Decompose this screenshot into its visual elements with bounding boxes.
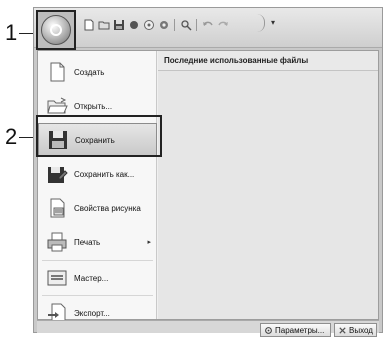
record-icon[interactable] [127, 19, 140, 32]
options-button-label: Параметры... [275, 325, 325, 335]
toolbar-separator [196, 19, 197, 31]
open-folder-icon [46, 95, 68, 117]
menu-item-label: Свойства рисунка [74, 203, 141, 213]
zoom-icon[interactable] [157, 19, 170, 32]
callout-1-label: 1 [5, 20, 18, 45]
menu-item-print[interactable]: Печать ▸ [38, 225, 157, 259]
customize-toolbar-dropdown[interactable]: ▾ [271, 18, 275, 27]
wizard-icon [46, 267, 68, 289]
application-menu-footer: Параметры... Выход [37, 320, 379, 337]
application-menu-button[interactable] [41, 15, 71, 45]
menu-item-save-as[interactable]: Сохранить как... [38, 157, 157, 191]
options-button[interactable]: Параметры... [260, 323, 331, 337]
menu-item-wizard[interactable]: Мастер... [38, 261, 157, 295]
save-icon[interactable] [112, 19, 125, 32]
title-bar: ▾ [34, 8, 382, 50]
menu-item-new[interactable]: Создать [38, 55, 157, 89]
undo-icon[interactable] [201, 19, 214, 32]
recent-files-pane: Последние использованные файлы [158, 51, 378, 319]
close-icon [339, 326, 346, 334]
menu-item-label: Экспорт... [74, 308, 110, 318]
save-highlight-frame [36, 115, 162, 157]
application-menu: Создать Открыть... Сохранить Сохранить к… [37, 50, 379, 323]
quick-access-toolbar [82, 16, 229, 34]
app-button-highlight [36, 10, 76, 50]
properties-icon [46, 197, 68, 219]
callout-2-label: 2 [5, 124, 18, 149]
menu-item-label: Открыть... [74, 101, 113, 111]
new-document-icon [46, 61, 68, 83]
pan-icon[interactable] [142, 19, 155, 32]
recent-files-header: Последние использованные файлы [158, 51, 378, 71]
gear-icon [265, 326, 272, 334]
exit-button-label: Выход [349, 325, 373, 335]
menu-item-properties[interactable]: Свойства рисунка [38, 191, 157, 225]
menu-item-label: Создать [74, 67, 105, 77]
toolbar-separator [174, 19, 175, 31]
menu-item-label: Печать [74, 237, 101, 247]
toolbar-end-cap [257, 14, 265, 32]
magnifier-icon[interactable] [179, 19, 192, 32]
submenu-arrow-icon: ▸ [147, 239, 151, 246]
printer-icon [46, 231, 68, 253]
menu-item-label: Мастер... [74, 273, 109, 283]
open-icon[interactable] [97, 19, 110, 32]
application-window: ▾ Создать Открыть... Сохранить Сохранить… [33, 7, 383, 337]
redo-icon[interactable] [216, 19, 229, 32]
menu-item-label: Сохранить как... [74, 169, 135, 179]
save-as-icon [46, 163, 68, 185]
new-icon[interactable] [82, 19, 95, 32]
app-logo-icon [50, 24, 62, 36]
exit-button[interactable]: Выход [334, 323, 377, 337]
application-menu-commands: Создать Открыть... Сохранить Сохранить к… [38, 51, 157, 323]
